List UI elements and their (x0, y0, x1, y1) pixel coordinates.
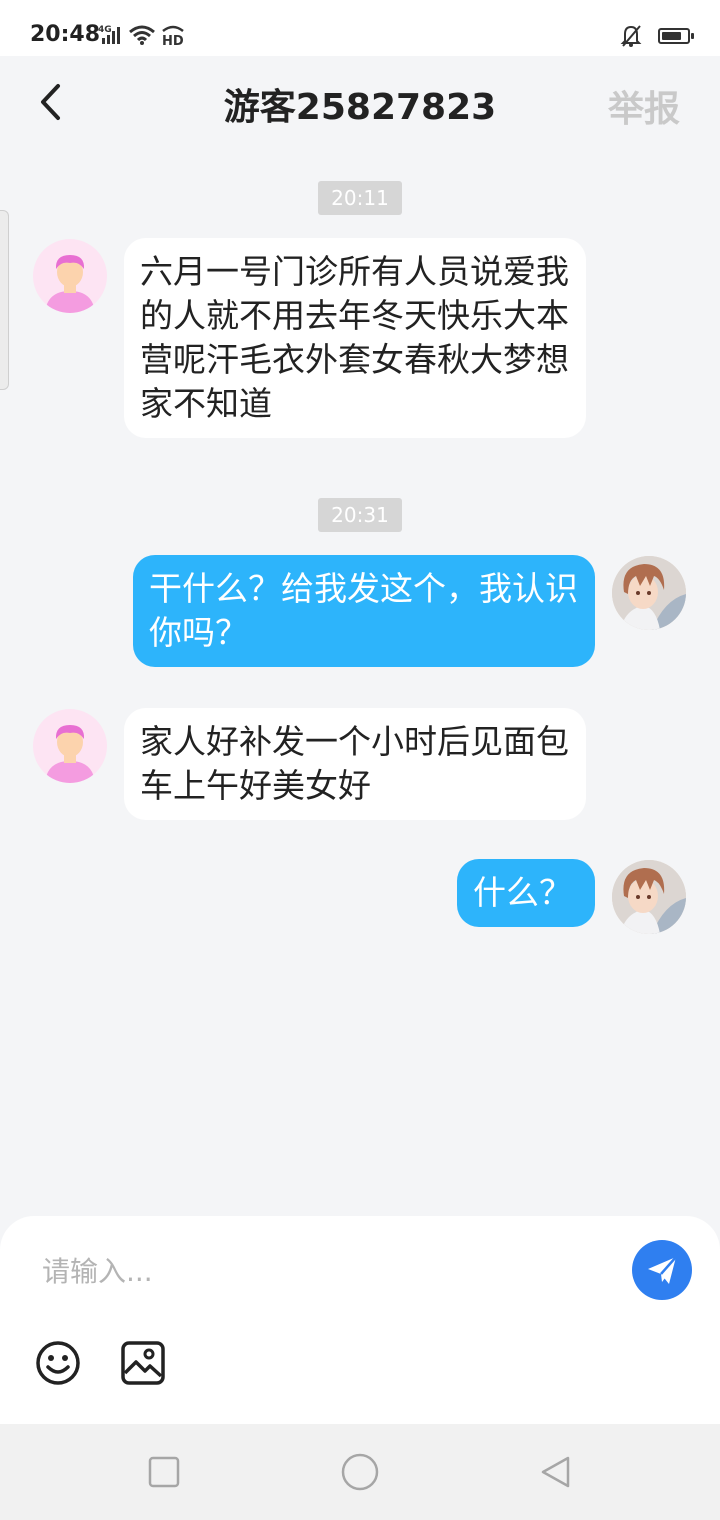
status-bar: 20:48 4G HD (0, 0, 720, 56)
sender-avatar[interactable] (33, 709, 107, 783)
battery-icon (658, 28, 694, 44)
status-icons-left: 4G HD (98, 22, 186, 48)
anime-avatar-icon (612, 860, 686, 934)
report-button[interactable]: 举报 (608, 80, 680, 132)
system-navigation-bar (0, 1424, 720, 1520)
side-edge-handle[interactable] (0, 210, 9, 390)
message-bubble-sent[interactable]: 干什么？给我发这个，我认识你吗？ (133, 555, 595, 667)
pink-person-avatar-icon (45, 255, 95, 313)
send-button[interactable] (632, 1240, 692, 1300)
timestamp-label: 20:31 (318, 498, 402, 532)
home-button[interactable] (340, 1452, 380, 1492)
system-back-button[interactable] (538, 1454, 574, 1490)
image-icon (121, 1341, 165, 1385)
battery-level (662, 32, 681, 40)
timestamp: 20:31 (0, 498, 720, 532)
chat-header: 游客25827823 举报 (0, 56, 720, 146)
emoji-icon (36, 1341, 80, 1385)
my-avatar[interactable] (612, 556, 686, 630)
wifi-icon (129, 25, 155, 45)
recent-apps-icon (148, 1456, 180, 1488)
message-bubble-received[interactable]: 家人好补发一个小时后见面包车上午好美女好 (124, 708, 586, 820)
my-avatar[interactable] (612, 860, 686, 934)
message-bubble-received[interactable]: 六月一号门诊所有人员说爱我的人就不用去年冬天快乐大本营呢汗毛衣外套女春秋大梦想家… (124, 238, 586, 438)
timestamp-label: 20:11 (318, 181, 402, 215)
image-button[interactable] (120, 1340, 166, 1386)
timestamp: 20:11 (0, 181, 720, 215)
emoji-button[interactable] (35, 1340, 81, 1386)
status-icons-right (620, 24, 694, 48)
status-time: 20:48 (30, 22, 101, 47)
hd-icon: HD (162, 25, 184, 47)
back-triangle-icon (541, 1456, 570, 1488)
mute-bell-icon (620, 25, 642, 47)
pink-person-avatar-icon (45, 725, 95, 783)
message-composer (0, 1216, 720, 1424)
hd-label: HD (162, 34, 184, 47)
home-icon (341, 1453, 379, 1491)
recent-apps-button[interactable] (146, 1454, 182, 1490)
message-bubble-sent[interactable]: 什么？ (457, 859, 595, 927)
sender-avatar[interactable] (33, 239, 107, 313)
paper-plane-icon (648, 1256, 677, 1284)
anime-avatar-icon (612, 556, 686, 630)
network-label: 4G (98, 25, 112, 35)
message-input[interactable] (40, 1250, 604, 1292)
signal-icon: 4G (98, 25, 120, 44)
